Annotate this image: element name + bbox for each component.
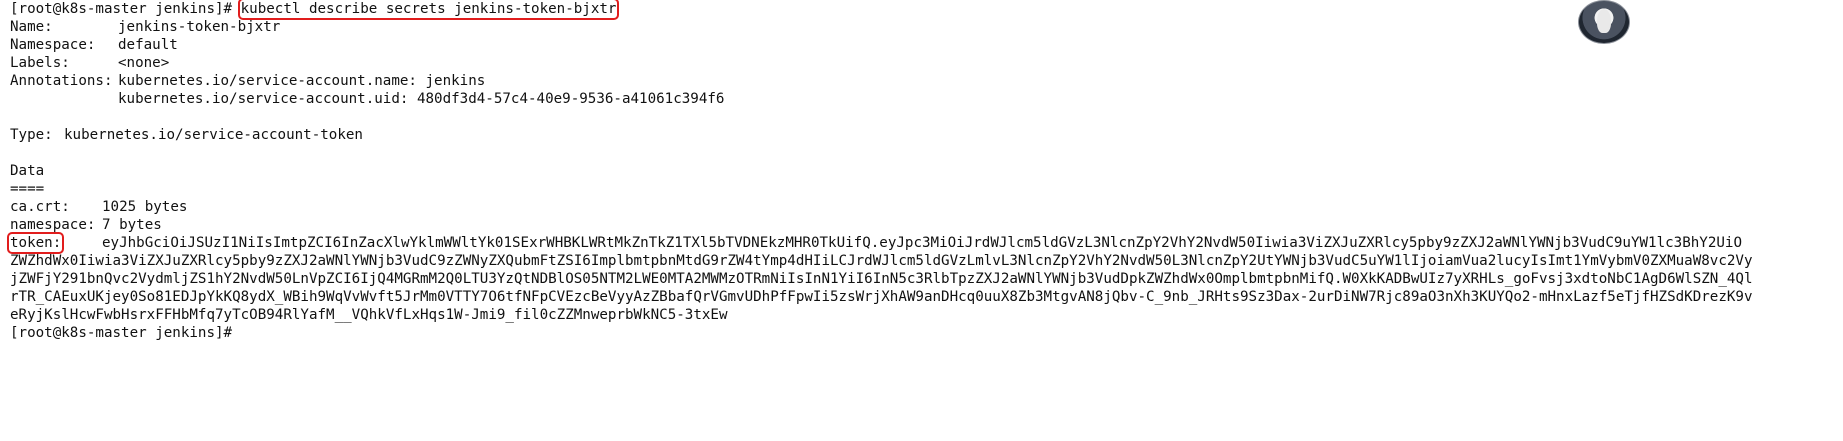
type-label: Type: — [10, 127, 53, 143]
user-avatar-icon — [1578, 0, 1630, 44]
namespace-bytes-row: namespace: 7 bytes — [10, 216, 162, 234]
token-line-5: eRyjKslHcwFwbHsrxFFHbMfq7yTcOB94RlYafM__… — [10, 307, 728, 323]
prompt-line: [root@k8s-master jenkins]# kubectl descr… — [10, 0, 620, 20]
prompt-end: [root@k8s-master jenkins]# — [10, 325, 233, 341]
cacrt-label: ca.crt: — [10, 199, 70, 215]
token-line-2: ZWZhdWx0Iiwia3ViZXJuZXRlcy5pby9zZXJ2aWNl… — [10, 253, 1753, 269]
labels-row: Labels: <none> — [10, 54, 169, 72]
terminal-window[interactable]: [root@k8s-master jenkins]# kubectl descr… — [0, 0, 1843, 441]
type-row: Type: kubernetes.io/service-account-token — [10, 126, 363, 144]
token-line-4: rTR_CAEuxUKjey0So81EDJpYkKQ8ydX_WBih9WqV… — [10, 289, 1753, 305]
name-value: jenkins-token-bjxtr — [118, 19, 281, 35]
namespace-row: Namespace: default — [10, 36, 178, 54]
labels-value: <none> — [118, 55, 170, 71]
prompt: [root@k8s-master jenkins]# — [10, 1, 233, 17]
annotation-name: kubernetes.io/service-account.name: jenk… — [118, 73, 486, 89]
namespace-bytes-value: 7 bytes — [102, 217, 162, 233]
cacrt-row: ca.crt: 1025 bytes — [10, 198, 187, 216]
data-rule: ==== — [10, 181, 45, 197]
token-line-1: eyJhbGciOiJSUzI1NiIsImtpZCI6InZacXlwYklm… — [102, 235, 1742, 251]
cacrt-value: 1025 bytes — [102, 199, 188, 215]
namespace-bytes-label: namespace: — [10, 217, 96, 233]
annotation-uid: kubernetes.io/service-account.uid: 480df… — [118, 91, 725, 107]
token-label: token: — [6, 232, 65, 254]
annotations-label: Annotations: — [10, 73, 113, 89]
labels-label: Labels: — [10, 55, 70, 71]
namespace-label: Namespace: — [10, 37, 96, 53]
name-label: Name: — [10, 19, 53, 35]
annotations-row-2: kubernetes.io/service-account.uid: 480df… — [10, 90, 724, 108]
token-row: token: eyJhbGciOiJSUzI1NiIsImtpZCI6InZacX… — [6, 232, 1742, 254]
annotations-row: Annotations: kubernetes.io/service-accoun… — [10, 72, 485, 90]
token-line-3: jZWFjY291bnQvc2VydmljZS1hY2NvdW50LnVpZCI… — [10, 271, 1753, 287]
data-header: Data — [10, 163, 45, 179]
type-value: kubernetes.io/service-account-token — [64, 127, 363, 143]
highlighted-command: kubectl describe secrets jenkins-token-b… — [237, 0, 620, 20]
namespace-value: default — [118, 37, 178, 53]
name-row: Name: jenkins-token-bjxtr — [10, 18, 280, 36]
